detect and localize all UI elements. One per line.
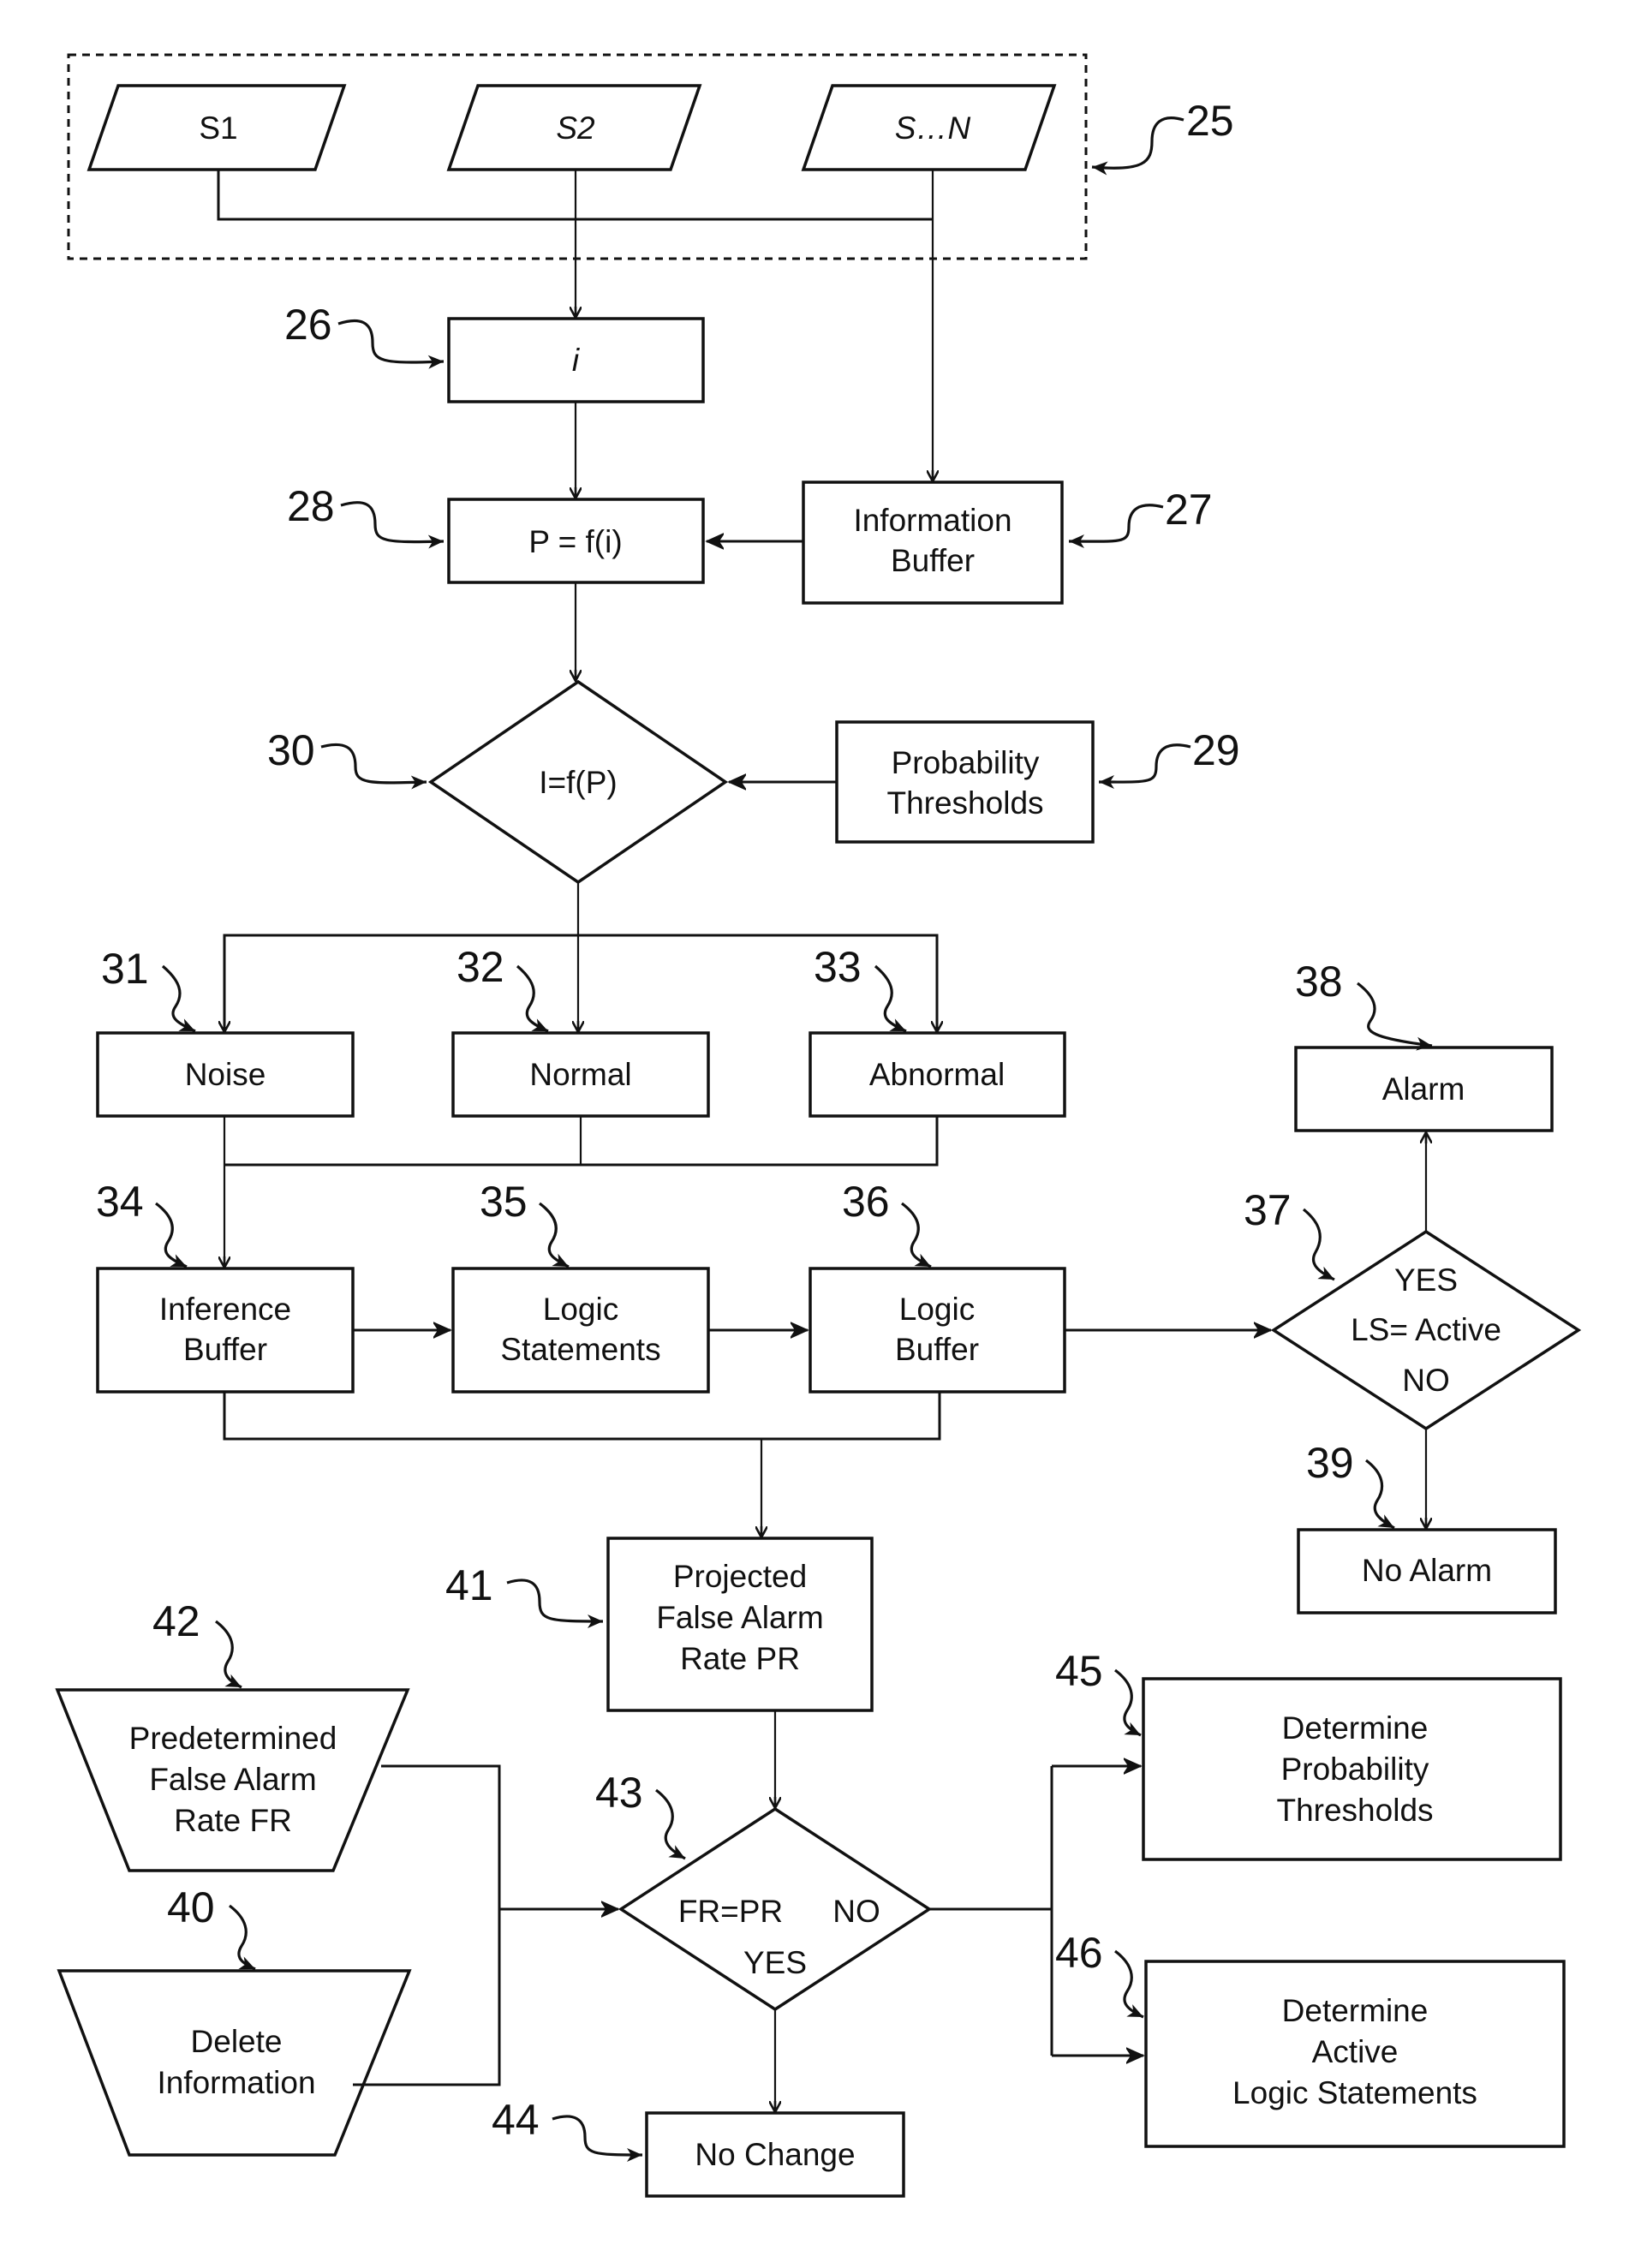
ref-39: 39 bbox=[1306, 1439, 1354, 1487]
logic-buffer-line-2: Buffer bbox=[895, 1332, 979, 1367]
ref-25: 25 bbox=[1186, 97, 1234, 145]
predetermined-far-line-1: Predetermined bbox=[129, 1721, 337, 1756]
ls-decision-label: LS= Active bbox=[1351, 1312, 1501, 1347]
determine-active-ls-line-2: Active bbox=[1312, 2034, 1399, 2069]
buffers-merge-bus-line bbox=[223, 1392, 941, 1441]
inference-decision-label: I=f(P) bbox=[539, 765, 618, 800]
determine-active-ls-line-3: Logic Statements bbox=[1232, 2075, 1477, 2110]
delete-information-trapezoid bbox=[57, 1969, 412, 2157]
ref-30: 30 bbox=[267, 726, 315, 774]
delete-information-line-2: Information bbox=[157, 2065, 315, 2100]
sensor-sn-label: S…N bbox=[895, 110, 971, 146]
projected-far-line-1: Projected bbox=[673, 1559, 807, 1594]
predetermined-far-line-2: False Alarm bbox=[149, 1762, 316, 1797]
determine-thresholds-line-2: Probability bbox=[1281, 1752, 1429, 1787]
ref-28: 28 bbox=[287, 482, 335, 530]
leader-40 bbox=[229, 1904, 256, 1971]
leader-31 bbox=[161, 964, 196, 1033]
alarm-label: Alarm bbox=[1382, 1071, 1465, 1107]
leader-39 bbox=[1365, 1459, 1395, 1530]
leader-27 bbox=[1068, 504, 1164, 549]
noise-label: Noise bbox=[185, 1057, 266, 1092]
inference-buffer-line-2: Buffer bbox=[183, 1332, 267, 1367]
far-comparison-no-label: NO bbox=[832, 1894, 880, 1929]
ref-29: 29 bbox=[1192, 726, 1240, 774]
leader-46 bbox=[1114, 1949, 1144, 2019]
sensor-s2: S2 bbox=[446, 84, 702, 171]
determine-thresholds-line-1: Determine bbox=[1282, 1710, 1429, 1746]
ref-26: 26 bbox=[284, 301, 332, 349]
leader-28 bbox=[340, 501, 445, 549]
abnormal-label: Abnormal bbox=[869, 1057, 1005, 1092]
predetermined-far-line-3: Rate FR bbox=[174, 1803, 292, 1838]
ref-27: 27 bbox=[1165, 486, 1213, 534]
logic-statements-line-1: Logic bbox=[543, 1292, 618, 1327]
leader-45 bbox=[1114, 1668, 1142, 1737]
probability-thresholds-line-1: Probability bbox=[892, 745, 1040, 780]
leader-44 bbox=[552, 2115, 643, 2162]
no-change-label: No Change bbox=[695, 2137, 855, 2172]
information-buffer-line-1: Information bbox=[853, 503, 1011, 538]
leader-25 bbox=[1091, 116, 1184, 176]
no-alarm-label: No Alarm bbox=[1362, 1553, 1492, 1588]
sensor-sn: S…N bbox=[801, 84, 1057, 171]
leader-37 bbox=[1302, 1208, 1335, 1281]
ref-41: 41 bbox=[445, 1561, 493, 1609]
logic-buffer-line-1: Logic bbox=[899, 1292, 975, 1327]
determine-thresholds-line-3: Thresholds bbox=[1276, 1793, 1433, 1828]
leader-43 bbox=[655, 1788, 686, 1860]
logic-statements-box bbox=[451, 1267, 710, 1394]
ref-33: 33 bbox=[814, 943, 862, 991]
inference-buffer-line-1: Inference bbox=[159, 1292, 291, 1327]
probability-function-label: P = f(i) bbox=[528, 524, 622, 559]
far-comparison-label: FR=PR bbox=[678, 1894, 783, 1929]
ref-44: 44 bbox=[492, 2096, 540, 2144]
leader-32 bbox=[516, 964, 549, 1033]
ref-43: 43 bbox=[595, 1769, 643, 1817]
ls-decision-yes-label: YES bbox=[1394, 1262, 1458, 1298]
ref-38: 38 bbox=[1295, 958, 1343, 1006]
leader-30 bbox=[320, 743, 427, 790]
information-buffer-line-2: Buffer bbox=[891, 543, 975, 578]
leader-42 bbox=[215, 1620, 242, 1689]
ref-34: 34 bbox=[96, 1178, 144, 1226]
ref-45: 45 bbox=[1055, 1647, 1103, 1695]
logic-statements-line-2: Statements bbox=[500, 1332, 660, 1367]
leader-26 bbox=[337, 319, 445, 369]
ref-31: 31 bbox=[101, 945, 149, 993]
ref-35: 35 bbox=[480, 1178, 528, 1226]
delete-information-line-1: Delete bbox=[191, 2024, 283, 2059]
probability-thresholds-box bbox=[835, 720, 1095, 844]
ref-42: 42 bbox=[152, 1597, 200, 1645]
sensor-s1: S1 bbox=[87, 84, 347, 171]
logic-buffer-box bbox=[809, 1267, 1066, 1394]
ref-32: 32 bbox=[456, 943, 504, 991]
leader-34 bbox=[155, 1202, 188, 1268]
inference-buffer-box bbox=[96, 1267, 355, 1394]
ref-36: 36 bbox=[842, 1178, 890, 1226]
projected-far-line-2: False Alarm bbox=[656, 1600, 823, 1635]
sensor-s2-label: S2 bbox=[556, 110, 595, 146]
leader-29 bbox=[1098, 743, 1191, 790]
ref-46: 46 bbox=[1055, 1929, 1103, 1977]
leader-33 bbox=[874, 964, 907, 1033]
leader-38 bbox=[1357, 982, 1433, 1051]
sensor-s1-label: S1 bbox=[199, 110, 237, 146]
probability-thresholds-line-2: Thresholds bbox=[886, 785, 1043, 821]
ls-decision-no-label: NO bbox=[1402, 1363, 1450, 1398]
leader-35 bbox=[539, 1202, 570, 1268]
leader-36 bbox=[901, 1202, 932, 1268]
far-comparison-yes-label: YES bbox=[743, 1945, 807, 1980]
projected-far-line-3: Rate PR bbox=[680, 1641, 800, 1676]
leader-41 bbox=[506, 1579, 604, 1628]
determine-active-ls-line-1: Determine bbox=[1282, 1993, 1429, 2028]
ref-40: 40 bbox=[167, 1883, 215, 1931]
flowchart-diagram: S1 S2 S…N 25 i 26 P = f(i) 28 Informatio… bbox=[55, 53, 1582, 2198]
ref-37: 37 bbox=[1244, 1186, 1292, 1234]
normal-label: Normal bbox=[529, 1057, 631, 1092]
